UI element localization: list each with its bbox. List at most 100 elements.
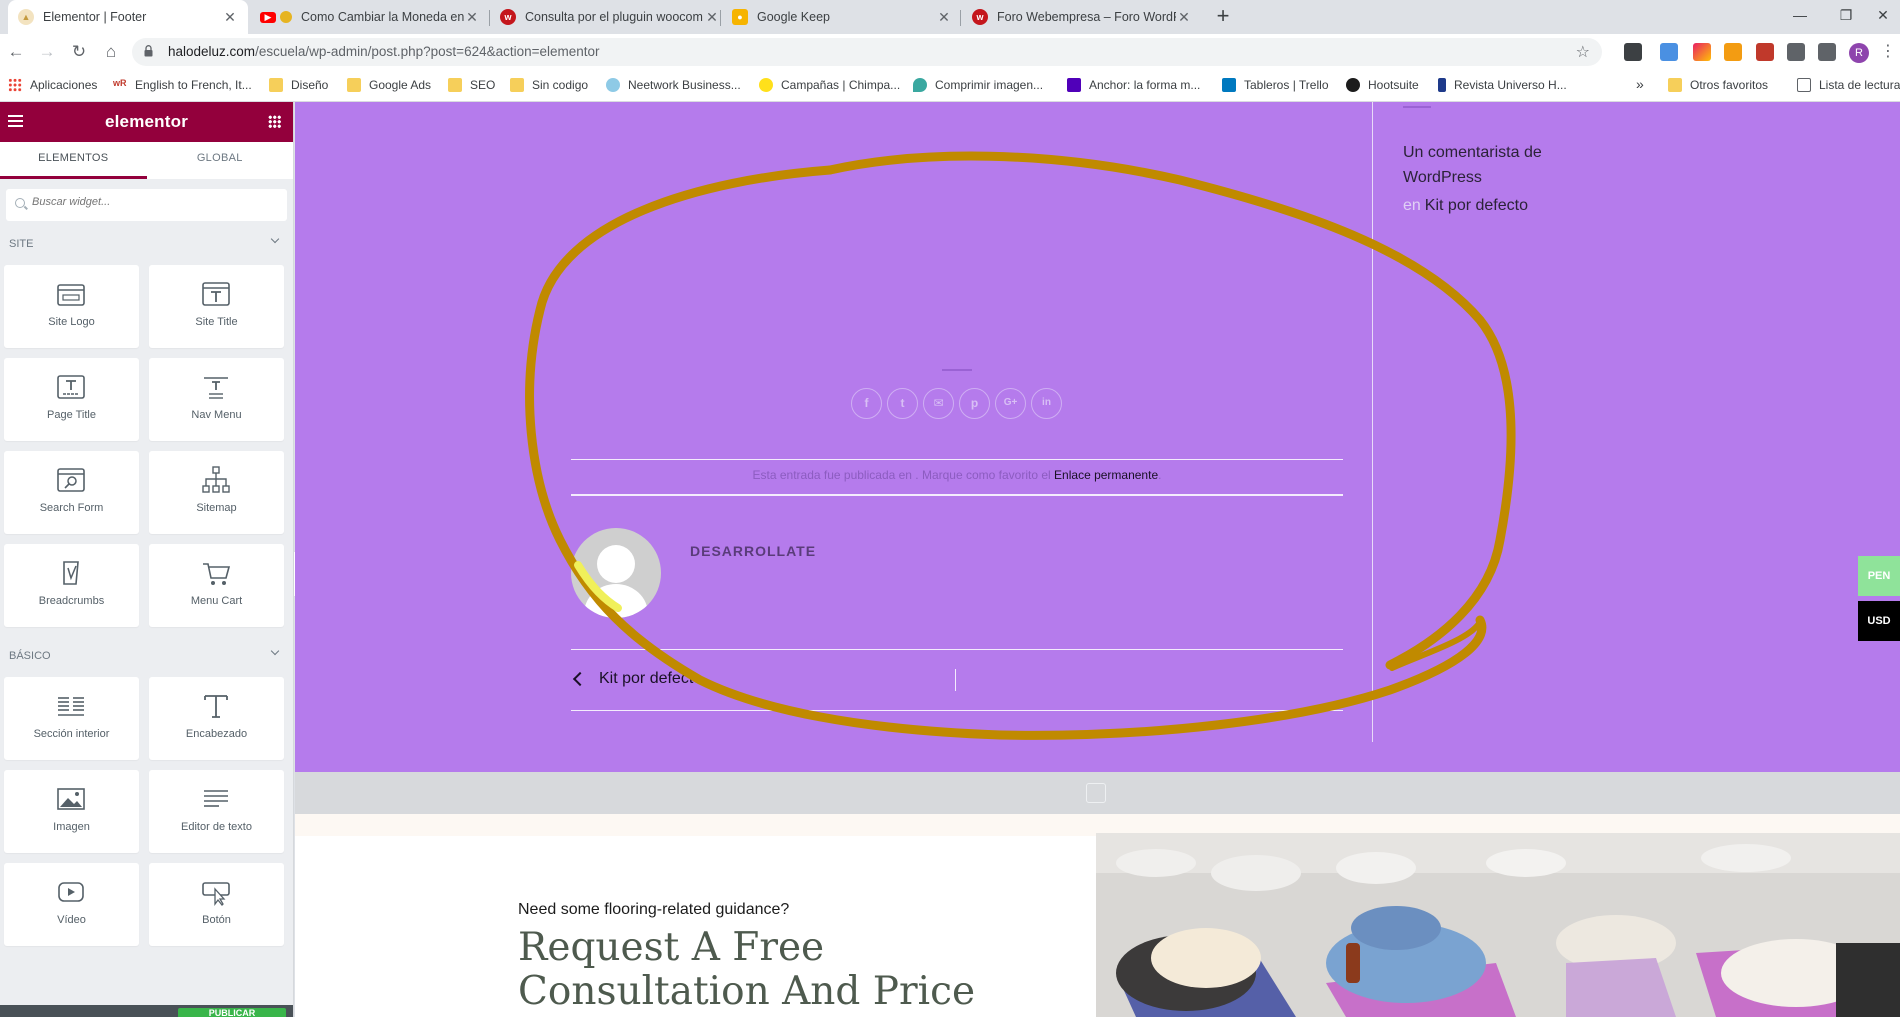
new-tab-button[interactable]: + bbox=[1210, 4, 1236, 30]
extension-icon[interactable] bbox=[1660, 43, 1678, 61]
close-tab-icon[interactable]: ✕ bbox=[1176, 9, 1192, 26]
widget-inner-section[interactable]: Sección interior bbox=[4, 677, 139, 760]
webempresa-favicon-icon: w bbox=[500, 9, 516, 25]
bookmark-otros-favoritos[interactable]: Otros favoritos bbox=[1668, 78, 1768, 92]
extension-icon[interactable] bbox=[1624, 43, 1642, 61]
extension-icon[interactable] bbox=[1724, 43, 1742, 61]
inner-section-icon bbox=[58, 697, 84, 716]
previous-post-link[interactable]: Kit por defecto bbox=[572, 670, 703, 688]
widget-video[interactable]: Vídeo bbox=[4, 863, 139, 946]
email-icon[interactable]: ✉ bbox=[923, 388, 954, 419]
reload-button[interactable]: ↻ bbox=[68, 41, 90, 63]
widget-sitemap[interactable]: Sitemap bbox=[149, 451, 284, 534]
browser-menu-icon[interactable]: ⋮ bbox=[1880, 41, 1896, 61]
bookmark-seo[interactable]: SEO bbox=[448, 78, 495, 92]
currency-pen-button[interactable]: PEN bbox=[1858, 556, 1900, 596]
close-window-button[interactable]: ✕ bbox=[1860, 0, 1900, 30]
bookmark-sin-codigo[interactable]: Sin codigo bbox=[510, 78, 588, 92]
widget-label: Nav Menu bbox=[191, 409, 242, 421]
widget-search-input[interactable] bbox=[32, 196, 272, 208]
pinterest-icon[interactable]: p bbox=[959, 388, 990, 419]
widget-site-title[interactable]: Site Title bbox=[149, 265, 284, 348]
profile-avatar[interactable]: R bbox=[1849, 43, 1869, 63]
bookmark-label: SEO bbox=[470, 78, 496, 92]
bookmark-hootsuite[interactable]: Hootsuite bbox=[1346, 78, 1419, 92]
folder-icon bbox=[269, 78, 283, 92]
bookmark-reading-list[interactable]: Lista de lectura bbox=[1797, 78, 1900, 92]
browser-tab-google-keep[interactable]: ● Google Keep ✕ bbox=[722, 0, 962, 34]
reading-list-icon[interactable] bbox=[1818, 43, 1836, 61]
bookmark-comprimir[interactable]: Comprimir imagen... bbox=[913, 78, 1043, 92]
google-plus-icon[interactable]: G+ bbox=[995, 388, 1026, 419]
publish-button[interactable]: PUBLICAR bbox=[178, 1008, 286, 1017]
widget-search-form[interactable]: Search Form bbox=[4, 451, 139, 534]
bookmark-revista[interactable]: Revista Universo H... bbox=[1438, 78, 1567, 92]
post-meta: Esta entrada fue publicada en . Marque c… bbox=[571, 468, 1343, 482]
browser-tab-elementor[interactable]: ▲ Elementor | Footer ✕ bbox=[8, 0, 248, 34]
puzzle-extensions-icon[interactable] bbox=[1787, 43, 1805, 61]
browser-tab-foro[interactable]: w Foro Webempresa – Foro WordP ✕ bbox=[962, 0, 1202, 34]
bookmark-anchor[interactable]: Anchor: la forma m... bbox=[1067, 78, 1200, 92]
elementor-logo: elementor bbox=[104, 112, 189, 131]
widget-site-logo[interactable]: Site Logo bbox=[4, 265, 139, 348]
recent-comment-en: en bbox=[1403, 197, 1421, 214]
widget-text-editor[interactable]: Editor de texto bbox=[149, 770, 284, 853]
extension-icon[interactable] bbox=[1693, 43, 1711, 61]
recent-comment-author[interactable]: Un comentarista de WordPress bbox=[1403, 140, 1583, 190]
cta-subtitle: Need some flooring-related guidance? bbox=[518, 901, 790, 918]
tab-elementos[interactable]: ELEMENTOS bbox=[0, 142, 147, 179]
previous-post-title: Kit por defecto bbox=[599, 670, 703, 687]
widgets-grid-icon[interactable] bbox=[268, 115, 281, 128]
close-tab-icon[interactable]: ✕ bbox=[704, 9, 720, 26]
widget-label: Botón bbox=[202, 914, 231, 926]
minimize-window-button[interactable]: — bbox=[1777, 0, 1823, 30]
close-tab-icon[interactable]: ✕ bbox=[936, 9, 952, 26]
youtube-favicon-icon: ▶ bbox=[260, 11, 276, 23]
anchor-icon bbox=[1067, 78, 1081, 92]
close-tab-icon[interactable]: ✕ bbox=[464, 9, 480, 26]
widget-heading[interactable]: Encabezado bbox=[149, 677, 284, 760]
widget-page-title[interactable]: Page Title bbox=[4, 358, 139, 441]
widget-nav-menu[interactable]: Nav Menu bbox=[149, 358, 284, 441]
bookmark-campanas[interactable]: Campañas | Chimpa... bbox=[759, 78, 900, 92]
yoga-class-photo bbox=[1096, 833, 1900, 1017]
more-bookmarks-button[interactable]: » bbox=[1636, 76, 1644, 92]
bookmark-label: Google Ads bbox=[369, 78, 432, 92]
category-basico-header[interactable]: BÁSICO bbox=[0, 633, 293, 677]
browser-tab-consulta[interactable]: w Consulta por el pluguin woocom ✕ bbox=[490, 0, 730, 34]
tab-global[interactable]: GLOBAL bbox=[147, 142, 294, 179]
footer-template-strip bbox=[295, 772, 1900, 814]
home-button[interactable]: ⌂ bbox=[100, 41, 122, 63]
twitter-icon[interactable]: t bbox=[887, 388, 918, 419]
cart-icon bbox=[203, 563, 231, 585]
facebook-icon[interactable]: f bbox=[851, 388, 882, 419]
widget-breadcrumbs[interactable]: Breadcrumbs bbox=[4, 544, 139, 627]
tab-title: Consulta por el pluguin woocom bbox=[525, 10, 703, 24]
widget-image[interactable]: Imagen bbox=[4, 770, 139, 853]
nav-separator bbox=[955, 669, 956, 691]
bookmark-english-french[interactable]: wR English to French, It... bbox=[113, 78, 252, 92]
bookmark-google-ads[interactable]: Google Ads bbox=[347, 78, 431, 92]
permalink-link[interactable]: Enlace permanente bbox=[1054, 468, 1158, 482]
linkedin-icon[interactable]: in bbox=[1031, 388, 1062, 419]
address-bar[interactable]: halodeluz.com/escuela/wp-admin/post.php?… bbox=[132, 38, 1602, 66]
extension-icon[interactable] bbox=[1756, 43, 1774, 61]
widget-menu-cart[interactable]: Menu Cart bbox=[149, 544, 284, 627]
browser-tab-moneda[interactable]: ▶ Como Cambiar la Moneda en ✕ bbox=[250, 0, 490, 34]
category-site-header[interactable]: SITE bbox=[0, 221, 293, 265]
bookmark-apps[interactable]: Aplicaciones bbox=[8, 78, 97, 92]
author-name[interactable]: DESARROLLATE bbox=[690, 543, 816, 559]
widget-button[interactable]: Botón bbox=[149, 863, 284, 946]
recent-comment-link[interactable]: Kit por defecto bbox=[1425, 197, 1528, 214]
google-keep-favicon-icon: ● bbox=[732, 9, 748, 25]
bookmark-trello[interactable]: Tableros | Trello bbox=[1222, 78, 1329, 92]
bookmark-neetwork[interactable]: Neetwork Business... bbox=[606, 78, 741, 92]
bookmark-diseno[interactable]: Diseño bbox=[269, 78, 328, 92]
back-button[interactable]: ← bbox=[5, 41, 27, 63]
currency-usd-button[interactable]: USD bbox=[1858, 601, 1900, 641]
folder-icon bbox=[347, 78, 361, 92]
close-tab-icon[interactable]: ✕ bbox=[222, 9, 238, 26]
bookmark-star-icon[interactable]: ☆ bbox=[1576, 42, 1590, 62]
forward-button[interactable]: → bbox=[36, 41, 58, 63]
bookmark-label: Aplicaciones bbox=[30, 78, 98, 92]
